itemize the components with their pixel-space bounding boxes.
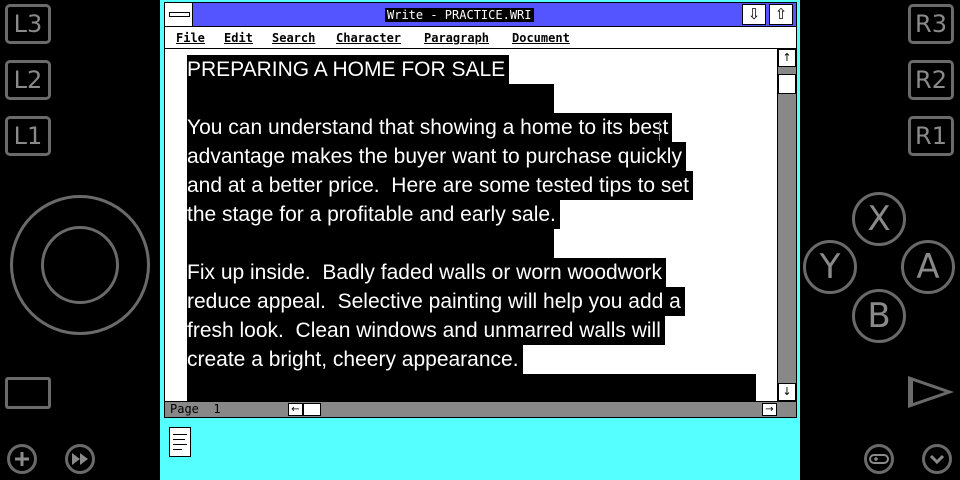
doc-line: You can understand that showing a home t…: [187, 113, 673, 142]
menu-edit[interactable]: Edit: [224, 31, 253, 45]
r3-button[interactable]: R3: [908, 4, 954, 44]
maximize-button[interactable]: ⇧: [769, 4, 793, 25]
minimize-button[interactable]: ⇩: [742, 4, 766, 25]
x-button[interactable]: X: [852, 192, 906, 246]
window-title: Write - PRACTICE.WRI: [385, 8, 534, 22]
doc-line: reduce appeal. Selective painting will h…: [187, 287, 685, 316]
plus-icon[interactable]: [7, 444, 37, 474]
menu-file[interactable]: File: [176, 31, 205, 45]
horizontal-scroll-thumb[interactable]: [303, 403, 321, 416]
status-bar: Page 1 ← →: [165, 401, 796, 417]
doc-line: [187, 374, 756, 401]
a-button[interactable]: A: [901, 240, 955, 294]
select-button[interactable]: [5, 377, 51, 409]
doc-line: fresh look. Clean windows and unmarred w…: [187, 316, 665, 345]
chevron-down-icon[interactable]: [922, 444, 952, 474]
doc-line: [187, 229, 554, 258]
y-button[interactable]: Y: [803, 240, 857, 294]
i-beam-cursor-icon: [659, 121, 667, 141]
scroll-left-button[interactable]: ←: [288, 403, 303, 416]
vertical-scroll-thumb[interactable]: [778, 74, 796, 94]
doc-line: and at a better price. Here are some tes…: [187, 171, 693, 200]
l3-button[interactable]: L3: [5, 4, 51, 44]
scroll-down-button[interactable]: ↓: [778, 383, 796, 401]
write-window: Write - PRACTICE.WRI ⇩ ⇧ File Edit Searc…: [164, 2, 797, 418]
start-play-icon[interactable]: [908, 376, 954, 408]
scroll-right-button[interactable]: →: [762, 403, 777, 416]
menu-search[interactable]: Search: [272, 31, 315, 45]
fast-forward-icon[interactable]: [65, 444, 95, 474]
doc-line: PREPARING A HOME FOR SALE: [187, 55, 510, 84]
r2-button[interactable]: R2: [908, 60, 954, 100]
l1-button[interactable]: L1: [5, 116, 51, 156]
r1-button[interactable]: R1: [908, 116, 954, 156]
minimized-document-icon[interactable]: [169, 427, 191, 457]
joystick-knob[interactable]: [41, 226, 119, 304]
document-area[interactable]: PREPARING A HOME FOR SALE You can unders…: [165, 49, 777, 401]
doc-line: Fix up inside. Badly faded walls or worn…: [187, 258, 667, 287]
gamepad-icon[interactable]: [864, 444, 894, 474]
doc-line: create a bright, cheery appearance.: [187, 345, 523, 374]
title-bar[interactable]: Write - PRACTICE.WRI ⇩ ⇧: [165, 3, 796, 27]
menu-document[interactable]: Document: [512, 31, 570, 45]
system-menu-button[interactable]: [165, 3, 193, 26]
doc-line: advantage makes the buyer want to purcha…: [187, 142, 686, 171]
menu-character[interactable]: Character: [336, 31, 401, 45]
vertical-scrollbar[interactable]: ↑ ↓: [777, 49, 796, 401]
menu-paragraph[interactable]: Paragraph: [424, 31, 489, 45]
scroll-up-button[interactable]: ↑: [778, 49, 796, 67]
doc-line: the stage for a profitable and early sal…: [187, 200, 560, 229]
l2-button[interactable]: L2: [5, 60, 51, 100]
b-button[interactable]: B: [852, 289, 906, 343]
doc-line: [187, 84, 554, 113]
page-indicator: Page 1: [170, 402, 221, 417]
menu-bar: File Edit Search Character Paragraph Doc…: [165, 27, 796, 49]
